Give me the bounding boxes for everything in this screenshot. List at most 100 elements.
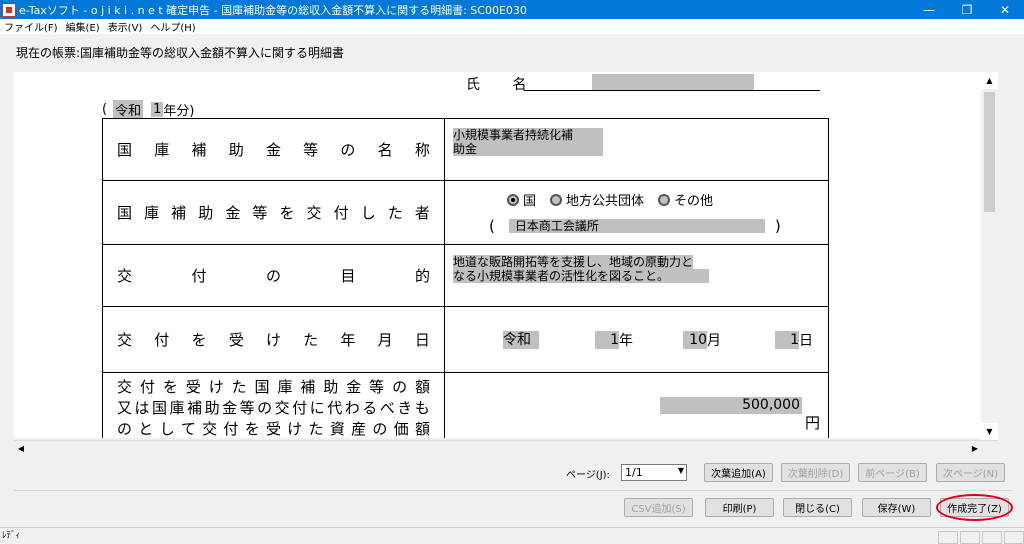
purpose-field[interactable]: 地道な販路開拓等を支援し、地域の原動力と なる小規模事業者の活性化を図ること。 bbox=[453, 254, 820, 283]
radio-local-gov[interactable]: 地方公共団体 bbox=[550, 190, 644, 209]
page-select-value: 1/1 bbox=[625, 466, 643, 479]
year-field[interactable]: 1 bbox=[151, 102, 164, 117]
subsidy-table: 国庫補助金等の名称 小規模事業者持続化補 助金 国庫補助金等を交付した者 国 地… bbox=[102, 118, 829, 438]
purpose-line1: 地道な販路開拓等を支援し、地域の原動力と bbox=[453, 254, 694, 269]
date-label-cell: 交付を受けた年月日 bbox=[102, 306, 445, 373]
menu-bar: ファイル(F) 編集(E) 表示(V) ヘルプ(H) bbox=[0, 19, 1024, 34]
date-year-field[interactable]: 1 bbox=[595, 330, 619, 349]
subsidy-name-label: 国庫補助金等の名称 bbox=[117, 141, 430, 159]
grantor-radio-group: 国 地方公共団体 その他 bbox=[507, 190, 820, 209]
amount-label-cell: 交付を受けた国庫補助金等の額 又は国庫補助金等の交付に代わるべきも のとして交付… bbox=[102, 372, 445, 438]
app-icon bbox=[2, 2, 16, 17]
name-field[interactable] bbox=[592, 74, 754, 91]
grantor-paren-close: ) bbox=[774, 217, 781, 235]
date-label: 交付を受けた年月日 bbox=[117, 331, 430, 349]
amount-label-line1: 交付を受けた国庫補助金等の額 bbox=[117, 378, 430, 396]
form-document: 氏 名 ( 令和 1 年分) 国庫補助金等の名称 小規模事業者持続化補 助金 国… bbox=[14, 72, 981, 438]
purpose-cell: 地道な販路開拓等を支援し、地域の原動力と なる小規模事業者の活性化を図ること。 bbox=[444, 244, 829, 307]
purpose-line2: なる小規模事業者の活性化を図ること。 bbox=[453, 268, 709, 283]
window-controls: — ❐ ✕ bbox=[910, 0, 1024, 19]
prev-page-button[interactable]: 前ページ(B) bbox=[858, 463, 927, 482]
horizontal-scrollbar[interactable]: ◀ ▶ bbox=[14, 440, 998, 454]
table-row: 国庫補助金等の名称 小規模事業者持続化補 助金 bbox=[102, 118, 829, 181]
right-panel-strip bbox=[998, 72, 1024, 454]
amount-label-line2: 又は国庫補助金等の交付に代わるべきも bbox=[117, 399, 430, 417]
year-open-paren: ( bbox=[102, 102, 108, 117]
menu-edit[interactable]: 編集(E) bbox=[62, 19, 104, 34]
close-icon[interactable]: ✕ bbox=[986, 0, 1024, 19]
minimize-icon[interactable]: — bbox=[910, 0, 948, 19]
radio-dot-icon bbox=[550, 193, 563, 206]
year-suffix: 年分) bbox=[163, 104, 195, 119]
radio-dot-icon bbox=[658, 193, 671, 206]
table-row: 交付の目的 地道な販路開拓等を支援し、地域の原動力と なる小規模事業者の活性化を… bbox=[102, 244, 829, 307]
era-field[interactable]: 令和 bbox=[113, 100, 144, 119]
menu-file[interactable]: ファイル(F) bbox=[0, 19, 62, 34]
current-form-label: 現在の帳票:国庫補助金等の総収入金額不算入に関する明細書 bbox=[16, 46, 345, 60]
tax-year-line: ( 令和 1 年分) bbox=[102, 100, 194, 119]
subsidy-name-field[interactable]: 小規模事業者持続化補 助金 bbox=[453, 127, 820, 156]
add-page-button[interactable]: 次葉追加(A) bbox=[704, 463, 773, 482]
subsidy-name-line2: 助金 bbox=[453, 141, 603, 156]
date-cell: 令和 1 年 10 月 1 日 bbox=[444, 306, 829, 373]
status-cell bbox=[1004, 531, 1024, 544]
scroll-down-icon[interactable]: ▼ bbox=[981, 423, 998, 440]
vertical-scrollbar[interactable]: ▲ ▼ bbox=[981, 72, 998, 440]
amount-label-line3: のとして交付を受けた資産の価額 bbox=[117, 420, 430, 438]
status-cell bbox=[982, 531, 1002, 544]
date-day-field[interactable]: 1 bbox=[775, 330, 799, 349]
title-bar: e-Taxソフト - o j i k i . n e t 確定申告 - 国庫補助… bbox=[0, 0, 1024, 19]
date-day-unit: 日 bbox=[799, 332, 813, 349]
save-button[interactable]: 保存(W) bbox=[862, 498, 931, 517]
print-button[interactable]: 印刷(P) bbox=[705, 498, 774, 517]
table-row: 交付を受けた国庫補助金等の額 又は国庫補助金等の交付に代わるべきも のとして交付… bbox=[102, 372, 829, 438]
grantor-name-field[interactable]: 日本商工会議所 bbox=[508, 219, 765, 233]
scroll-right-icon[interactable]: ▶ bbox=[968, 441, 982, 455]
subsidy-name-cell: 小規模事業者持続化補 助金 bbox=[444, 118, 829, 181]
amount-field[interactable]: 500,000 bbox=[660, 397, 802, 414]
purpose-label: 交付の目的 bbox=[117, 267, 430, 285]
status-bar: ﾚﾃﾞｨ bbox=[0, 527, 1024, 544]
menu-help[interactable]: ヘルプ(H) bbox=[146, 19, 199, 34]
delete-page-button[interactable]: 次葉削除(D) bbox=[781, 463, 850, 482]
page-select[interactable]: 1/1 ▼ bbox=[621, 464, 687, 481]
name-underline bbox=[524, 90, 820, 91]
status-text: ﾚﾃﾞｨ bbox=[2, 531, 21, 541]
subsidy-name-label-cell: 国庫補助金等の名称 bbox=[102, 118, 445, 181]
csv-add-button[interactable]: CSV追加(S) bbox=[624, 498, 693, 517]
date-month-field[interactable]: 10 bbox=[683, 330, 707, 349]
table-row: 交付を受けた年月日 令和 1 年 10 月 1 日 bbox=[102, 306, 829, 373]
divider bbox=[14, 490, 1012, 491]
scroll-left-icon[interactable]: ◀ bbox=[14, 441, 28, 455]
radio-national[interactable]: 国 bbox=[507, 190, 536, 209]
radio-local-gov-label: 地方公共団体 bbox=[566, 194, 645, 209]
amount-unit: 円 bbox=[804, 414, 820, 432]
grantor-name-row: ( 日本商工会議所 ) bbox=[489, 217, 820, 235]
grantor-paren-open: ( bbox=[489, 217, 495, 235]
date-row: 令和 1 年 10 月 1 日 bbox=[453, 330, 820, 350]
purpose-label-cell: 交付の目的 bbox=[102, 244, 445, 307]
window-title: e-Taxソフト - o j i k i . n e t 確定申告 - 国庫補助… bbox=[19, 3, 527, 17]
scroll-up-icon[interactable]: ▲ bbox=[981, 72, 998, 89]
grantor-cell: 国 地方公共団体 その他 ( 日本商工会議所 ) bbox=[444, 180, 829, 245]
radio-national-label: 国 bbox=[523, 194, 537, 209]
grantor-label: 国庫補助金等を交付した者 bbox=[117, 204, 430, 222]
scroll-thumb[interactable] bbox=[984, 92, 995, 212]
radio-other[interactable]: その他 bbox=[658, 190, 713, 209]
highlight-circle bbox=[936, 494, 1013, 521]
date-year-unit: 年 bbox=[619, 332, 633, 349]
status-cell bbox=[938, 531, 958, 544]
menu-view[interactable]: 表示(V) bbox=[104, 19, 147, 34]
chevron-down-icon: ▼ bbox=[677, 466, 684, 475]
next-page-button[interactable]: 次ページ(N) bbox=[936, 463, 1005, 482]
radio-dot-icon bbox=[507, 193, 519, 206]
grantor-label-cell: 国庫補助金等を交付した者 bbox=[102, 180, 445, 245]
subsidy-name-line1: 小規模事業者持続化補 bbox=[453, 127, 603, 142]
status-cell bbox=[960, 531, 980, 544]
table-row: 国庫補助金等を交付した者 国 地方公共団体 その他 ( 日本商工会議所 ) bbox=[102, 180, 829, 245]
page-label: ページ(J): bbox=[566, 470, 610, 481]
restore-icon[interactable]: ❐ bbox=[948, 0, 986, 19]
amount-cell: 500,000 円 bbox=[444, 372, 829, 438]
date-era-field[interactable]: 令和 bbox=[503, 330, 539, 349]
close-button[interactable]: 閉じる(C) bbox=[783, 498, 852, 517]
